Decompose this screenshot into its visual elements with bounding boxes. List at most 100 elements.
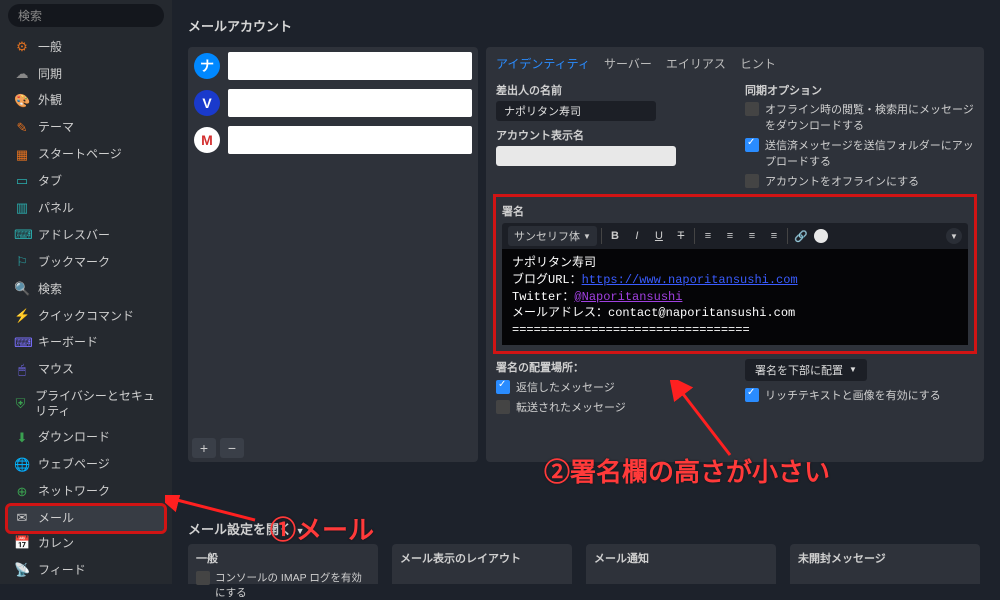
mail-accounts-heading: メールアカウント (188, 16, 984, 35)
sidebar-item-19[interactable]: 📡 フィード (0, 558, 172, 583)
mouse-icon: 🖱 (14, 362, 30, 379)
underline-button[interactable]: U (650, 227, 668, 245)
sidebar-item-5[interactable]: ▭タブ (0, 169, 172, 194)
sidebar-item-label: 検索 (38, 282, 62, 298)
signature-editor[interactable]: ナポリタン寿司 ブログURL：https://www.naporitansush… (502, 249, 968, 345)
sidebar-item-12[interactable]: 🖱マウス (0, 358, 172, 383)
settings-col-2: メール通知 (586, 544, 776, 584)
sidebar-item-label: ダウンロード (38, 430, 110, 446)
account-avatar-icon: M (194, 127, 220, 153)
account-row[interactable]: ナ (188, 47, 478, 84)
tab-1[interactable]: サーバー (604, 55, 652, 72)
display-name-label: アカウント表示名 (496, 127, 725, 143)
feed-icon: 📡 (14, 562, 30, 579)
add-account-button[interactable]: + (192, 438, 216, 458)
sender-name-input[interactable] (496, 101, 656, 121)
toolbar-expand-button[interactable]: ▼ (946, 228, 962, 244)
keyboard-icon: ⌨ (14, 335, 30, 352)
brush-icon: ✎ (14, 120, 30, 137)
account-list-panel: ナVM + − (188, 47, 478, 462)
sidebar-item-11[interactable]: ⌨キーボード (0, 331, 172, 356)
signature-section: 署名 サンセリフ体 ▼ B I U T ≡ ≡ ≡ ≡ 🔗 (496, 197, 974, 351)
settings-col-3: 未開封メッセージ (790, 544, 980, 584)
display-name-input[interactable] (496, 146, 676, 166)
sync-label: アカウントをオフラインにする (765, 173, 919, 189)
tab-3[interactable]: ヒント (740, 55, 776, 72)
sidebar-item-label: プライバシーとセキュリティ (35, 389, 162, 420)
sync-checkbox-2[interactable] (745, 174, 759, 188)
sidebar-item-label: タブ (38, 174, 62, 190)
settings-col-head: 一般 (196, 550, 370, 566)
arrow-annotation-icon (670, 380, 750, 460)
sidebar-item-label: 外観 (38, 93, 62, 109)
sidebar-search-input[interactable]: 検索 (8, 4, 164, 27)
sidebar-item-10[interactable]: ⚡ クイックコマンド (0, 304, 172, 329)
settings-col-head: メール通知 (594, 550, 768, 566)
sidebar-item-7[interactable]: ⌨アドレスバー (0, 223, 172, 248)
bold-button[interactable]: B (606, 227, 624, 245)
sidebar-item-14[interactable]: ⬇ダウンロード (0, 426, 172, 451)
account-name-placeholder (228, 89, 472, 117)
sidebar-item-8[interactable]: ⚐ブックマーク (0, 250, 172, 275)
font-family-select[interactable]: サンセリフ体 ▼ (508, 226, 597, 246)
settings-col-head: 未開封メッセージ (798, 550, 972, 566)
sidebar-item-13[interactable]: ⛨ プライバシーとセキュリティ (0, 385, 172, 424)
forward-signature-checkbox[interactable] (496, 400, 510, 414)
sidebar-item-6[interactable]: ▥ パネル (0, 196, 172, 221)
tab-2[interactable]: エイリアス (666, 55, 726, 72)
sidebar-item-0[interactable]: ⚙一般 (0, 35, 172, 60)
sidebar-item-label: カレン (38, 536, 74, 552)
sender-name-label: 差出人の名前 (496, 82, 725, 98)
sidebar-item-label: パネル (38, 201, 74, 217)
panel-icon: ▥ (14, 200, 30, 217)
palette-icon: 🎨 (14, 93, 30, 110)
sidebar-item-3[interactable]: ✎テーマ (0, 116, 172, 141)
grid-icon: ▦ (14, 147, 30, 164)
sidebar-item-label: フィード (38, 563, 86, 579)
sidebar-item-label: 一般 (38, 40, 62, 56)
settings-col-0: 一般コンソールの IMAP ログを有効にする (188, 544, 378, 584)
italic-button[interactable]: I (628, 227, 646, 245)
sidebar-item-15[interactable]: 🌐ウェブページ (0, 453, 172, 478)
bolt-icon: ⚡ (14, 308, 30, 325)
signature-label: 署名 (502, 203, 968, 219)
link-button[interactable]: 🔗 (792, 227, 810, 245)
signature-position-select[interactable]: 署名を下部に配置 ▼ (745, 359, 867, 381)
sidebar-item-17[interactable]: ✉メール (8, 506, 164, 531)
sync-checkbox-1[interactable] (745, 138, 759, 152)
sidebar-item-label: ブックマーク (38, 255, 110, 271)
align-center-button[interactable]: ≡ (721, 227, 739, 245)
account-row[interactable]: V (188, 84, 478, 121)
globe-icon: 🌐 (14, 457, 30, 474)
account-row[interactable]: M (188, 121, 478, 158)
reply-signature-checkbox[interactable] (496, 380, 510, 394)
text-color-button[interactable] (814, 229, 828, 243)
sidebar-item-9[interactable]: 🔍 検索 (0, 277, 172, 302)
sidebar-item-18[interactable]: 📅 カレン (0, 531, 172, 556)
sidebar-item-4[interactable]: ▦スタートページ (0, 143, 172, 168)
sync-checkbox-0[interactable] (745, 102, 759, 116)
settings-col-head: メール表示のレイアウト (400, 550, 564, 566)
richtext-label: リッチテキストと画像を有効にする (765, 387, 941, 403)
sidebar-item-label: ネットワーク (38, 484, 110, 500)
remove-account-button[interactable]: − (220, 438, 244, 458)
settings-col-1: メール表示のレイアウト (392, 544, 572, 584)
tab-0[interactable]: アイデンティティ (496, 55, 590, 72)
address-icon: ⌨ (14, 227, 30, 244)
align-justify-button[interactable]: ≡ (765, 227, 783, 245)
align-left-button[interactable]: ≡ (699, 227, 717, 245)
main-panel: メールアカウント ナVM + − アイデンティティサーバーエイリアスヒント 差出… (172, 0, 1000, 584)
strikethrough-button[interactable]: T (672, 227, 690, 245)
calendar-icon: 📅 (14, 535, 30, 552)
cloud-icon: ☁ (14, 66, 30, 83)
sidebar-item-2[interactable]: 🎨 外観 (0, 89, 172, 114)
annotation-2: ②署名欄の高さが小さい (544, 452, 830, 489)
settings-checkbox[interactable] (196, 571, 210, 585)
sidebar-item-label: クイックコマンド (38, 309, 134, 325)
align-right-button[interactable]: ≡ (743, 227, 761, 245)
search-icon: 🔍 (14, 281, 30, 298)
signature-toolbar: サンセリフ体 ▼ B I U T ≡ ≡ ≡ ≡ 🔗 ▼ (502, 223, 968, 249)
sidebar-item-1[interactable]: ☁同期 (0, 62, 172, 87)
sidebar-item-16[interactable]: ⊕ネットワーク (0, 480, 172, 505)
shield-icon: ⛨ (14, 396, 27, 413)
